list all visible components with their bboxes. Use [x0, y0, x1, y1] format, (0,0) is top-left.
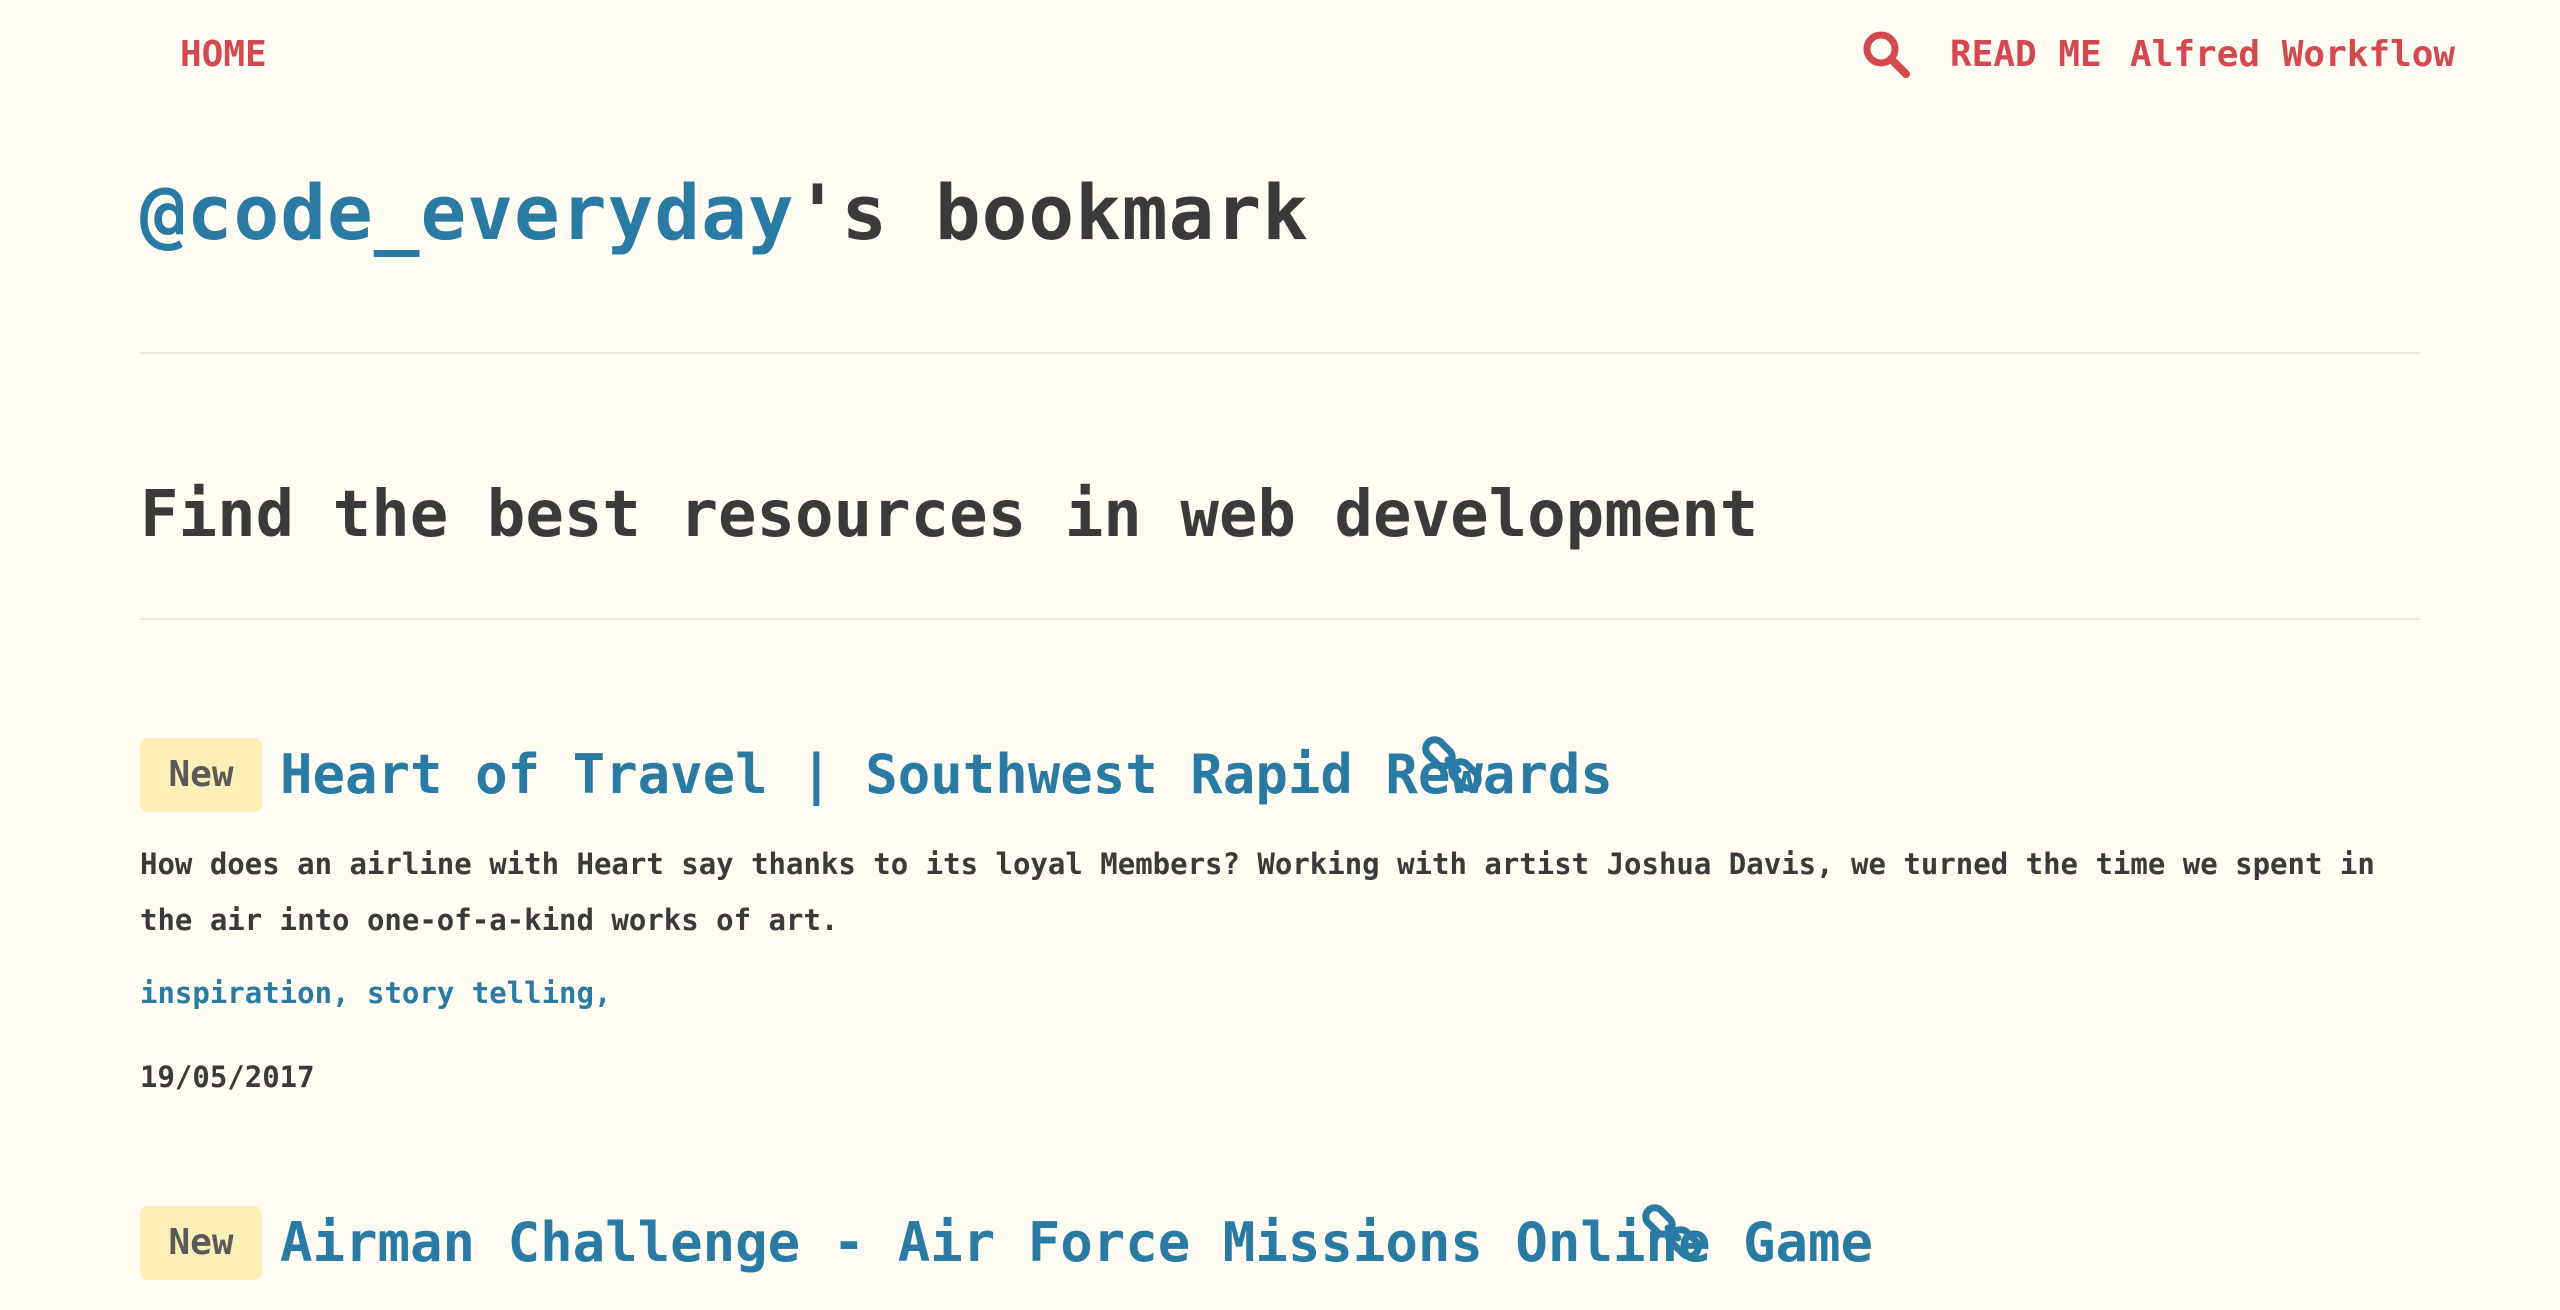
link-icon[interactable] — [1640, 1198, 1708, 1266]
nav-readme-link[interactable]: READ ME — [1950, 34, 2102, 75]
divider — [140, 352, 2420, 354]
bookmark-entry: New Airman Challenge - Air Force Mission… — [140, 1204, 2420, 1284]
bookmark-entry-header: New Airman Challenge - Air Force Mission… — [140, 1204, 2420, 1284]
link-icon[interactable] — [1420, 730, 1488, 798]
page-subtitle: Find the best resources in web developme… — [140, 478, 1759, 552]
tag-link[interactable]: inspiration, — [140, 976, 350, 1010]
site-title: @code_everyday's bookmark — [140, 168, 1309, 257]
site-title-suffix: 's bookmark — [794, 168, 1309, 257]
bookmark-entry: New Heart of Travel | Southwest Rapid Re… — [140, 736, 2420, 1094]
top-nav: HOME READ ME Alfred Workflow — [0, 0, 2560, 115]
new-badge: New — [140, 1206, 262, 1280]
site-title-handle: @code_everyday — [140, 168, 795, 257]
bookmark-entry-header: New Heart of Travel | Southwest Rapid Re… — [140, 736, 2420, 816]
bookmark-title-link[interactable]: Heart of Travel | Southwest Rapid Reward… — [280, 738, 1613, 812]
new-badge: New — [140, 738, 262, 812]
tag-link[interactable]: story telling, — [367, 976, 611, 1010]
bookmark-date: 19/05/2017 — [140, 1060, 315, 1094]
nav-alfred-workflow-link[interactable]: Alfred Workflow — [2130, 34, 2455, 75]
bookmark-title-link[interactable]: Airman Challenge - Air Force Missions On… — [280, 1206, 1873, 1280]
search-icon[interactable] — [1860, 28, 1912, 80]
bookmark-tags: inspiration, story telling, — [140, 976, 611, 1010]
divider — [140, 618, 2420, 620]
nav-home-link[interactable]: HOME — [180, 34, 267, 75]
bookmark-description: How does an airline with Heart say thank… — [140, 847, 2375, 937]
